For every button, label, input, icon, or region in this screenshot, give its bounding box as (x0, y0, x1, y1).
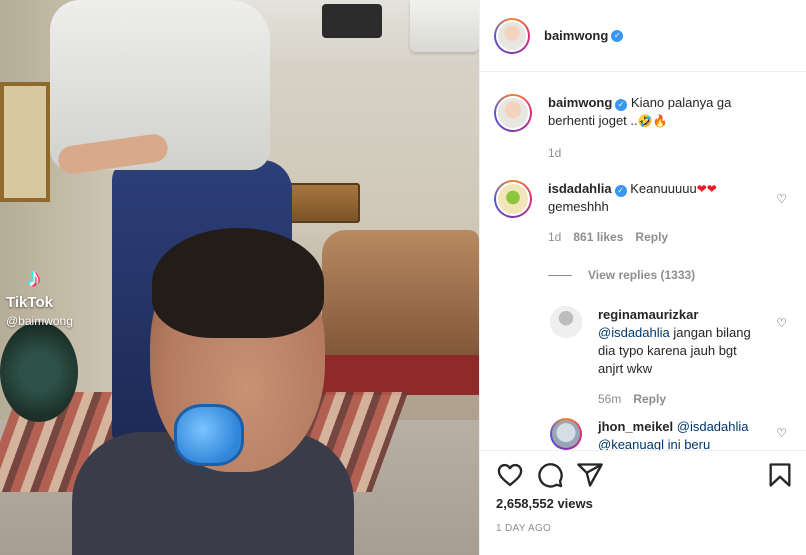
share-icon[interactable] (576, 461, 604, 489)
tiktok-handle: @baimwong (6, 314, 73, 328)
avatar-image (550, 306, 582, 338)
comment-reply-button[interactable]: Reply (635, 228, 668, 246)
tiktok-watermark: TikTok (6, 294, 53, 311)
air-conditioner (410, 0, 479, 52)
tiktok-logo-icon: ♪ (27, 262, 41, 292)
bookmark-icon[interactable] (766, 461, 794, 489)
avatar-image (552, 420, 580, 448)
pacifier (174, 404, 244, 466)
caption-text-block: baimwong ✓ Kiano palanya ga berhenti joge… (548, 94, 758, 130)
radio (282, 183, 360, 223)
like-reply-heart-icon[interactable]: ♡ (776, 316, 787, 330)
comment-username[interactable]: isdadahlia (548, 181, 612, 196)
avatar-image (496, 96, 530, 130)
view-replies-button[interactable]: View replies (1333) (548, 268, 695, 282)
projector (322, 4, 382, 38)
like-reply-heart-icon[interactable]: ♡ (776, 426, 787, 440)
caption-time[interactable]: 1d (548, 144, 561, 162)
red-rug (320, 355, 479, 395)
comment-text-line2: gemeshhh (548, 199, 609, 214)
avatar-image (496, 19, 528, 52)
reply-text-block: jhon_meikel @isdadahlia @keanuagl ini be… (598, 418, 758, 450)
comment-meta: 1d 861 likes Reply (548, 228, 758, 246)
reply-body: reginamaurizkar @isdadahlia jangan bilan… (598, 306, 758, 408)
comment-text-block: isdadahlia ✓ Keanuuuuu❤❤ gemeshhh (548, 180, 758, 216)
child-hair (152, 228, 324, 338)
sofa (322, 230, 479, 370)
reply-mention[interactable]: @isdadahlia (677, 419, 749, 434)
reply-text: @keanuagl ini beru (598, 437, 711, 450)
view-replies-line (548, 274, 572, 276)
reply: jhon_meikel @isdadahlia @keanuagl ini be… (550, 418, 758, 450)
post-header: baimwong ✓ (480, 0, 806, 72)
picture-frame (0, 82, 50, 202)
verified-badge-icon: ✓ (615, 99, 628, 111)
view-replies-label: View replies (1333) (588, 268, 696, 282)
caption: baimwong ✓ Kiano palanya ga berhenti joge… (494, 94, 758, 162)
reply-username[interactable]: reginamaurizkar (598, 307, 698, 322)
action-row (494, 461, 794, 491)
header-username[interactable]: baimwong (544, 28, 608, 43)
heart-emojis: ❤❤ (696, 182, 717, 196)
comments-list[interactable]: baimwong ✓ Kiano palanya ga berhenti joge… (480, 72, 806, 450)
comment-likes[interactable]: 861 likes (573, 228, 623, 246)
verified-badge-icon: ✓ (614, 185, 627, 197)
avatar[interactable] (550, 418, 582, 450)
comment-time[interactable]: 1d (548, 228, 561, 246)
avatar[interactable] (550, 306, 582, 338)
comment: isdadahlia ✓ Keanuuuuu❤❤ gemeshhh 1d 861 … (494, 180, 758, 246)
post-actions: 2,658,552 views 1 DAY AGO (480, 450, 806, 555)
caption-body: baimwong ✓ Kiano palanya ga berhenti joge… (548, 94, 758, 162)
reply-body: jhon_meikel @isdadahlia @keanuagl ini be… (598, 418, 758, 450)
avatar[interactable] (494, 94, 532, 132)
post-date[interactable]: 1 DAY AGO (496, 523, 551, 534)
comment-icon[interactable] (536, 461, 564, 489)
views-count[interactable]: 2,658,552 views (496, 496, 593, 511)
avatar[interactable] (494, 17, 530, 54)
green-basket (0, 322, 78, 422)
reply: reginamaurizkar @isdadahlia jangan bilan… (550, 306, 758, 408)
comment-body: isdadahlia ✓ Keanuuuuu❤❤ gemeshhh 1d 861 … (548, 180, 758, 246)
caption-username[interactable]: baimwong (548, 95, 612, 110)
reply-mention[interactable]: @isdadahlia (598, 325, 670, 340)
verified-badge-icon: ✓ (611, 29, 624, 42)
avatar-image (496, 182, 530, 216)
comment-text: Keanuuuuu (630, 181, 697, 196)
reply-meta: 56m Reply (598, 390, 758, 408)
caption-emojis: 🤣🔥 (637, 114, 668, 128)
post-media-video[interactable]: ♪ TikTok @baimwong (0, 0, 479, 555)
caption-meta: 1d (548, 144, 758, 162)
reply-username[interactable]: jhon_meikel (598, 419, 673, 434)
heart-icon[interactable] (496, 461, 524, 489)
post-side-panel: baimwong ✓ baimwong ✓ Kiano palanya ga be… (479, 0, 806, 555)
reply-reply-button[interactable]: Reply (633, 390, 666, 408)
reply-time[interactable]: 56m (598, 390, 621, 408)
like-comment-heart-icon[interactable]: ♡ (776, 192, 787, 206)
reply-text-block: reginamaurizkar @isdadahlia jangan bilan… (598, 306, 758, 378)
avatar[interactable] (494, 180, 532, 218)
